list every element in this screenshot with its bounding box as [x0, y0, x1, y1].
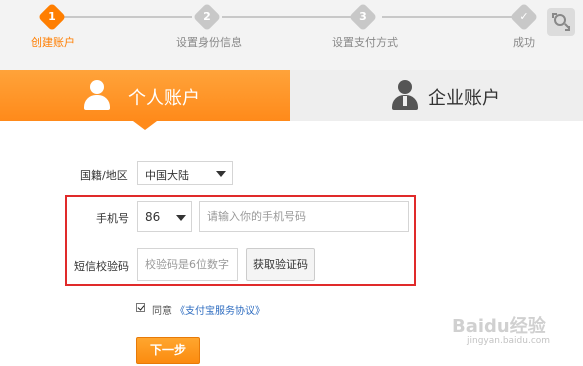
country-code-select[interactable]: 86: [137, 201, 192, 232]
region-label: 国籍/地区: [80, 169, 128, 182]
country-code-value: 86: [145, 210, 161, 224]
tab-personal-account[interactable]: 个人账户: [0, 70, 290, 130]
progress-stepper: 1 创建账户 2 设置身份信息 3 设置支付方式 ✓ 成功: [0, 0, 583, 70]
step-label: 成功: [513, 36, 535, 49]
agreement-checkbox[interactable]: [136, 303, 145, 312]
step-connector: [62, 16, 192, 18]
tab-label: 个人账户: [128, 88, 200, 109]
tab-enterprise-account[interactable]: 企业账户: [290, 70, 583, 121]
step-connector: [382, 16, 512, 18]
tab-label: 企业账户: [428, 88, 500, 109]
agreement-text: 同意: [152, 306, 172, 317]
watermark-url: jingyan.baidu.com: [467, 336, 551, 346]
person-icon: [82, 80, 112, 112]
region-select[interactable]: 中国大陆: [137, 161, 233, 185]
check-icon: ✓: [519, 10, 529, 23]
phone-input[interactable]: [199, 201, 409, 232]
baidu-watermark-logo: Baidu经验: [452, 316, 546, 337]
region-value: 中国大陆: [145, 169, 189, 182]
get-code-button[interactable]: 获取验证码: [246, 248, 315, 281]
step-number: 1: [48, 10, 56, 23]
next-button[interactable]: 下一步: [136, 337, 200, 364]
step-label: 设置支付方式: [332, 36, 398, 49]
step-label: 设置身份信息: [176, 36, 242, 49]
chevron-down-icon: [176, 215, 186, 221]
businessman-icon: [390, 80, 420, 112]
phone-label: 手机号: [96, 212, 129, 225]
sms-code-label: 短信校验码: [74, 260, 129, 273]
step-number: 2: [203, 10, 211, 23]
step-label: 创建账户: [31, 36, 75, 49]
fullscreen-search-icon[interactable]: [547, 8, 575, 36]
agreement-link[interactable]: 《支付宝服务协议》: [175, 302, 265, 317]
chevron-down-icon: [216, 171, 226, 177]
step-connector: [222, 16, 352, 18]
step-number: 3: [359, 10, 367, 23]
sms-code-input[interactable]: [137, 248, 238, 281]
